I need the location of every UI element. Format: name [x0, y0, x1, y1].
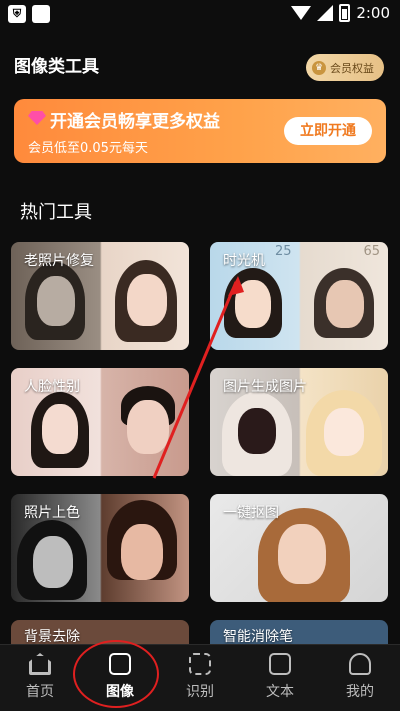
age-label-old: 65: [363, 244, 380, 259]
status-bar: ⛨ 2:00: [0, 0, 400, 30]
person-icon: [349, 653, 371, 675]
tool-card-background-removal[interactable]: 背景去除: [11, 620, 189, 644]
tool-card-label: 照片上色: [24, 505, 80, 521]
section-title: 热门工具: [20, 202, 92, 223]
tool-card-photo-colorize[interactable]: 照片上色: [11, 494, 189, 602]
text-icon: [269, 653, 291, 675]
tool-card-cutout[interactable]: 一键抠图: [210, 494, 388, 602]
tab-home[interactable]: 首页: [0, 653, 80, 701]
tab-text[interactable]: 文本: [240, 653, 320, 701]
square-icon: [32, 5, 50, 23]
tool-card-label: 背景去除: [24, 629, 80, 644]
banner-title: 开通会员畅享更多权益: [50, 112, 220, 132]
tool-card-old-photo-repair[interactable]: 老照片修复: [11, 242, 189, 350]
tab-label: 首页: [26, 684, 54, 700]
activate-vip-button[interactable]: 立即开通: [284, 117, 372, 145]
highlight-circle: [73, 640, 159, 708]
tool-card-time-machine[interactable]: 时光机 25 65: [210, 242, 388, 350]
tool-card-label: 人脸性别: [24, 379, 80, 395]
tab-label: 我的: [346, 684, 374, 700]
tool-card-image-to-image[interactable]: 图片生成图片: [210, 368, 388, 476]
tool-card-label: 老照片修复: [24, 253, 94, 269]
battery-icon: [339, 4, 351, 22]
tool-card-smart-eraser[interactable]: 智能消除笔: [210, 620, 388, 644]
bottom-tab-bar: 首页 图像 识别 文本 我的: [0, 644, 400, 711]
vip-benefits-label: 会员权益: [330, 61, 374, 75]
tab-label: 识别: [186, 684, 214, 700]
vip-banner[interactable]: 开通会员畅享更多权益 会员低至0.05元每天 立即开通: [14, 99, 386, 163]
tool-card-label: 智能消除笔: [223, 629, 293, 644]
tool-card-label: 一键抠图: [223, 505, 279, 521]
status-time: 2:00: [356, 4, 390, 22]
tool-card-face-gender[interactable]: 人脸性别: [11, 368, 189, 476]
tab-label: 文本: [266, 684, 294, 700]
signal-icon: [317, 5, 334, 21]
age-label-young: 25: [275, 244, 292, 259]
diamond-icon: [28, 111, 46, 125]
banner-subtitle: 会员低至0.05元每天: [28, 141, 148, 156]
tab-recognize[interactable]: 识别: [160, 653, 240, 701]
crown-icon: ♛: [312, 60, 326, 75]
page-title: 图像类工具: [14, 57, 99, 77]
tab-mine[interactable]: 我的: [320, 653, 400, 701]
tool-card-label: 图片生成图片: [223, 379, 307, 395]
scan-icon: [189, 653, 211, 675]
vip-benefits-button[interactable]: ♛ 会员权益: [306, 54, 384, 81]
home-icon: [29, 653, 51, 675]
tool-card-label: 时光机: [223, 253, 265, 269]
shield-icon: ⛨: [8, 5, 26, 23]
wifi-icon: [291, 6, 312, 20]
